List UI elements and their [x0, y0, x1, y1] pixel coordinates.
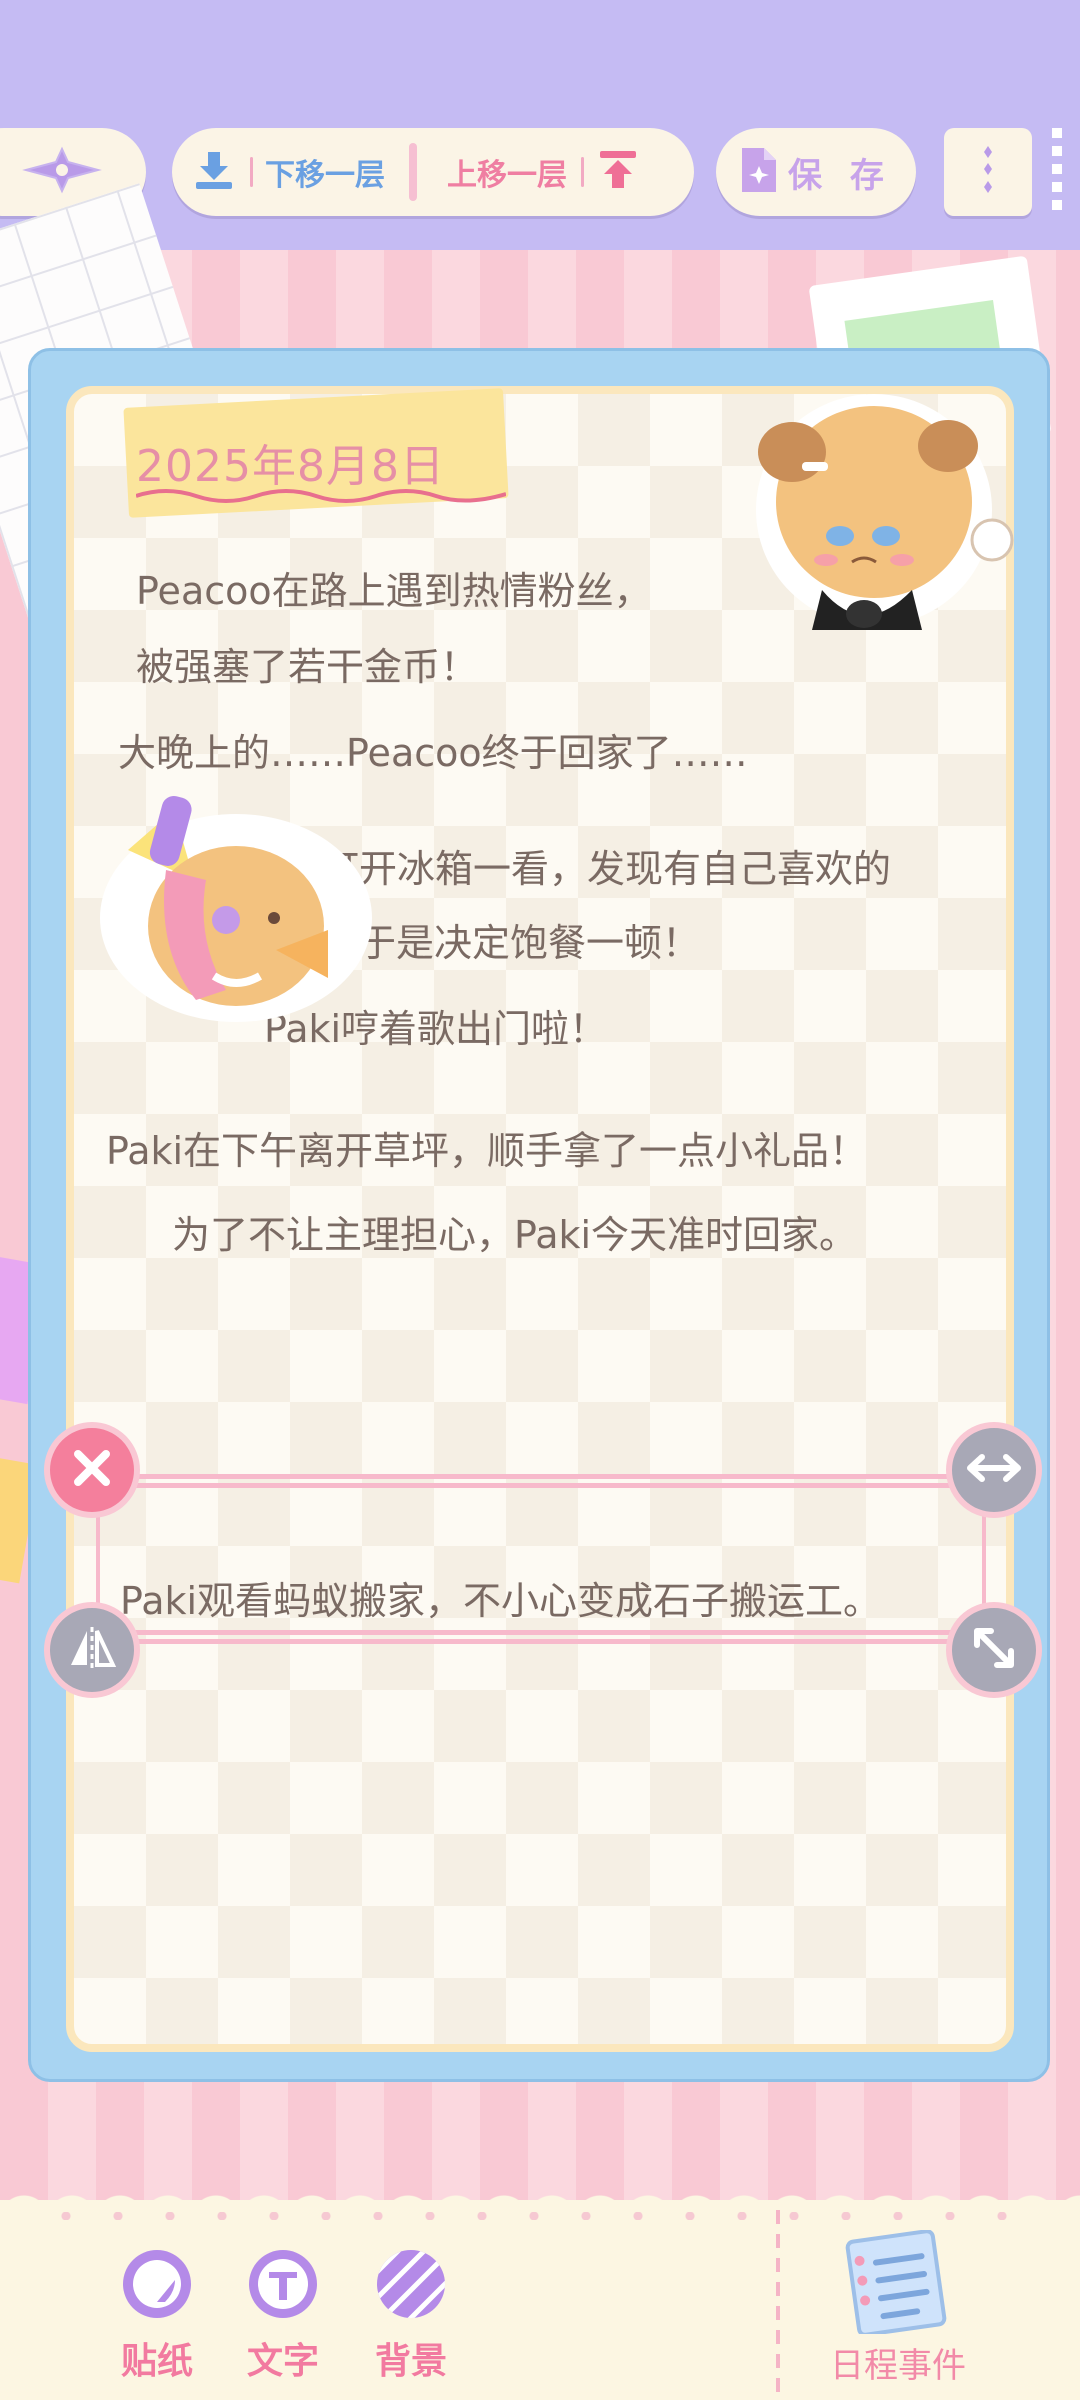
dot-decoration	[40, 2212, 1040, 2220]
edge-decoration	[1052, 128, 1062, 218]
notebook-icon	[833, 2229, 963, 2338]
separator	[250, 157, 253, 187]
move-down-icon[interactable]	[192, 148, 236, 196]
diary-text[interactable]: Paki在下午离开草坪，顺手拿了一点小礼品！	[106, 1120, 867, 1175]
sticker-tool-button[interactable]: 贴纸	[112, 2246, 202, 2384]
save-button[interactable]: 保 存	[716, 128, 916, 216]
puppy-character-sticker[interactable]	[752, 390, 1032, 660]
more-menu-button[interactable]	[944, 128, 1032, 216]
diary-text[interactable]: 大晚上的……Peacoo终于回家了……	[118, 722, 748, 777]
toolbar-divider	[776, 2210, 780, 2400]
sticker-icon	[119, 2250, 195, 2326]
diary-text[interactable]: 被强塞了若干金币！	[136, 636, 478, 691]
compass-arrow-icon	[22, 145, 102, 199]
save-label: 保 存	[788, 155, 892, 196]
delete-handle[interactable]	[44, 1422, 140, 1518]
flip-icon	[67, 1625, 117, 1675]
stretch-handle[interactable]	[946, 1422, 1042, 1518]
vertical-dots-icon	[978, 144, 998, 200]
diary-text[interactable]: Peacoo在路上遇到热情粉丝，	[136, 560, 652, 615]
schedule-events-label: 日程事件	[830, 2346, 966, 2386]
flip-handle[interactable]	[44, 1602, 140, 1698]
sticker-tool-label: 贴纸	[120, 2341, 193, 2382]
paki-cheering-sticker[interactable]	[96, 790, 376, 1030]
text-tool-label: 文字	[246, 2341, 319, 2382]
text-icon	[245, 2250, 321, 2326]
move-up-button[interactable]: 上移一层	[447, 150, 567, 194]
move-up-icon[interactable]	[596, 148, 640, 196]
separator	[409, 143, 417, 201]
date-underline	[136, 489, 506, 503]
separator	[581, 157, 584, 187]
background-tool-label: 背景	[374, 2341, 447, 2382]
schedule-events-button[interactable]: 日程事件	[818, 2229, 978, 2387]
diary-text[interactable]: 为了不让主理担心，Paki今天准时回家。	[172, 1204, 857, 1259]
selected-text[interactable]: Paki观看蚂蚁搬家，不小心变成石子搬运工。	[120, 1570, 881, 1625]
resize-handle[interactable]	[946, 1602, 1042, 1698]
close-icon	[70, 1446, 114, 1494]
horizontal-arrows-icon	[966, 1453, 1022, 1487]
text-tool-button[interactable]: 文字	[238, 2246, 328, 2384]
move-down-button[interactable]: 下移一层	[265, 150, 385, 194]
background-tool-button[interactable]: 背景	[366, 2246, 456, 2384]
diagonal-arrows-icon	[971, 1625, 1017, 1675]
stripes-icon	[373, 2250, 449, 2326]
layer-control-group: 下移一层 上移一层	[172, 128, 694, 216]
file-icon	[738, 146, 778, 198]
